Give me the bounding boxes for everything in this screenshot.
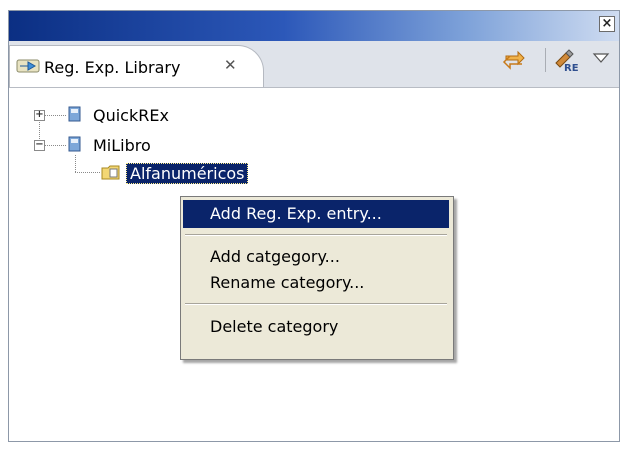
menu-item-rename-category[interactable]: Rename category... (183, 269, 449, 297)
menu-item-add-reg-exp-entry[interactable]: Add Reg. Exp. entry... (183, 200, 449, 228)
tree-node-quickrex[interactable]: QuickREx (93, 106, 169, 125)
menu-separator (185, 234, 447, 236)
tree-connector (44, 145, 66, 146)
tab-close-icon[interactable]: ✕ (224, 56, 237, 74)
tree-node-alfanumericos[interactable]: Alfanuméricos (126, 163, 249, 184)
library-book-icon (68, 136, 81, 152)
sync-icon[interactable] (501, 47, 527, 73)
view-menu-icon[interactable] (589, 47, 615, 73)
window-close-button[interactable]: × (599, 16, 615, 32)
context-menu: Add Reg. Exp. entry... Add catgegory... … (180, 196, 454, 360)
collapse-toggle-icon[interactable]: − (34, 140, 45, 151)
svg-text:RE: RE (564, 63, 579, 73)
menu-separator (185, 303, 447, 305)
tree-node-milibro[interactable]: MiLibro (93, 136, 151, 155)
view-window: × Reg. Exp. Library ✕ RE + QuickREx − Mi… (8, 10, 620, 442)
regex-re-icon[interactable]: RE (553, 47, 579, 73)
tree-connector (44, 115, 66, 116)
tree-connector (75, 155, 76, 172)
expand-toggle-icon[interactable]: + (34, 110, 45, 121)
menu-item-add-category[interactable]: Add catgegory... (183, 243, 449, 271)
menu-item-delete-category[interactable]: Delete category (183, 313, 449, 341)
title-bar: × (9, 11, 619, 41)
tab-reg-exp-library[interactable]: Reg. Exp. Library ✕ (9, 45, 264, 87)
toolbar-separator (545, 48, 546, 72)
arrow-view-icon (16, 59, 40, 73)
tab-strip: Reg. Exp. Library ✕ RE (9, 41, 619, 88)
tab-label: Reg. Exp. Library (44, 58, 181, 77)
tree-connector (75, 172, 100, 173)
library-book-icon (68, 106, 81, 122)
folder-category-icon (101, 165, 120, 180)
